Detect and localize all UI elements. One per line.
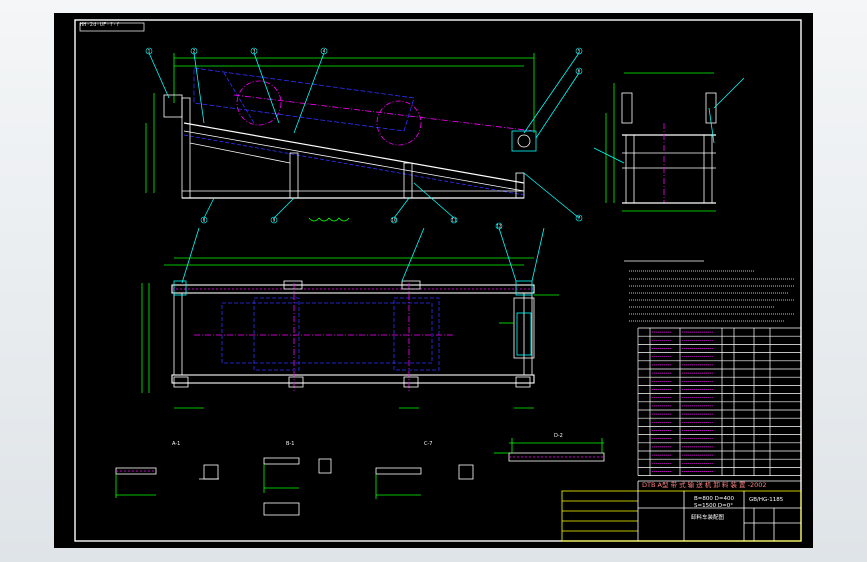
part-bubble-label: 2 — [193, 49, 196, 54]
part-bubble-label: 11 — [451, 218, 457, 223]
parts-list — [637, 327, 802, 476]
part-bubble-label: 8 — [203, 218, 206, 223]
part-bubble-label: 6 — [578, 69, 581, 74]
plan-view — [141, 227, 559, 409]
drawing-name: 卸料车装配图 — [691, 513, 725, 521]
view-label-d: D-2 — [554, 433, 563, 439]
spec-1: B=800 D=400 — [694, 496, 734, 502]
part-bubble-label: 3 — [253, 49, 256, 54]
part-bubble-label: 12 — [496, 224, 502, 229]
cad-drawing-canvas: DTB A型 带 式 输 送 机 卸 料 装 置 -2002 B=800 D=4… — [74, 19, 802, 542]
view-label-a: A-1 — [172, 441, 180, 447]
title-text: DTB A型 带 式 输 送 机 卸 料 装 置 -2002 — [642, 480, 767, 489]
part-bubbles: 1 2 3 4 5678 9 10 1112 — [145, 47, 583, 230]
section-details — [115, 438, 605, 516]
part-bubble-label: 4 — [323, 49, 326, 54]
corner-tag-box — [79, 22, 145, 32]
spec-2: S=1500 D=0° — [694, 503, 733, 509]
front-view — [145, 52, 580, 222]
part-bubble-label: 5 — [578, 49, 581, 54]
spec-3: GB/HG-1185 — [749, 497, 784, 503]
part-bubble-label: 9 — [273, 218, 276, 223]
notes-block — [624, 260, 794, 322]
part-bubble-label: 10 — [391, 218, 397, 223]
title-block — [561, 480, 802, 542]
part-bubble-label: 7 — [578, 216, 581, 221]
side-view — [593, 72, 745, 212]
view-label-c: C-7 — [424, 441, 432, 447]
cad-drawing-sheet[interactable]: HH·2d·UF·f·f DTB A型 带 式 输 送 机 卸 料 装 置 -2… — [54, 13, 813, 548]
part-bubble-label: 1 — [148, 49, 151, 54]
view-label-b: B-1 — [286, 441, 294, 447]
